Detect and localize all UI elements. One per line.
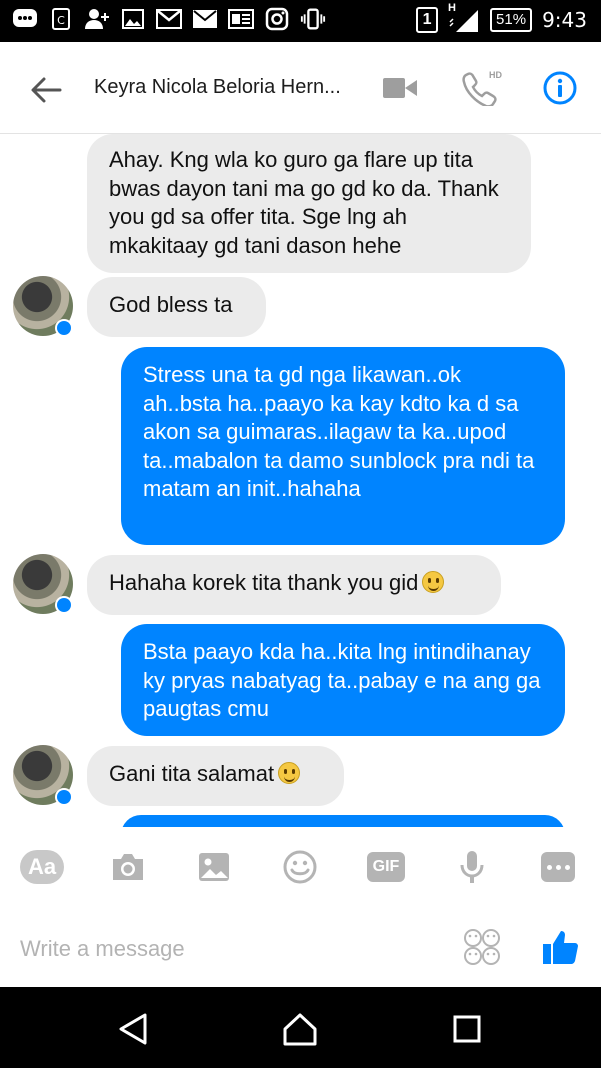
incoming-message[interactable]: Ahay. Kng wla ko guro ga flare up tita b… [87,134,531,273]
notification-icons: C [12,6,326,32]
hd-label: HD [489,70,502,80]
composer [0,907,601,987]
messenger-chat-icon [12,6,38,32]
message-input[interactable] [20,929,440,969]
news-icon [228,6,254,32]
signal-icon: H [448,2,480,34]
outgoing-message[interactable]: Bsta paayo kda ha..kita lng intindihanay… [121,624,565,736]
conversation-header: Keyra Nicola Beloria Hern... HD [0,42,601,134]
smiley-emoji-icon [422,571,445,593]
back-arrow-icon[interactable] [26,70,66,110]
clipboard-icon: C [48,6,74,32]
instagram-icon [264,6,290,32]
gif-label: GIF [367,852,405,882]
text-format-label: Aa [20,850,64,884]
more-icon[interactable] [536,847,580,887]
add-contact-icon [84,6,110,32]
battery-indicator: 51% [490,8,533,32]
info-icon[interactable] [540,68,580,108]
outgoing-message[interactable]: Stress una ta gd nga likawan..ok ah..bst… [121,347,565,545]
incoming-message[interactable]: Hahaha korek tita thank you gid [87,555,501,615]
incoming-message[interactable]: God bless ta [87,277,266,337]
message-text: Gani tita salamat [109,761,275,786]
back-nav-icon[interactable] [113,1009,153,1049]
status-bar: C 1 H 51% 9:43 [0,0,601,42]
message-list[interactable]: Ahay. Kng wla ko guro ga flare up tita b… [0,134,601,827]
clock: 9:43 [542,8,587,32]
home-nav-icon[interactable] [280,1009,320,1049]
recents-nav-icon[interactable] [447,1009,487,1049]
vibrate-icon [300,6,326,32]
email-icon [192,6,218,32]
smiley-emoji-icon [278,762,301,784]
text-format-button[interactable]: Aa [20,847,64,887]
incoming-message[interactable]: Gani tita salamat [87,746,344,806]
video-call-icon[interactable] [380,68,420,108]
messenger-badge-icon [55,788,73,806]
conversation-title[interactable]: Keyra Nicola Beloria Hern... [94,76,354,99]
navigation-bar [0,987,601,1068]
composer-toolbar: Aa GIF [0,827,601,907]
messenger-badge-icon [55,319,73,337]
gmail-icon [156,6,182,32]
messenger-badge-icon [55,596,73,614]
gallery-icon [120,6,146,32]
system-indicators: 1 H 51% 9:43 [416,2,587,34]
gif-button[interactable]: GIF [364,847,408,887]
outgoing-message-partial[interactable] [121,815,565,827]
microphone-icon[interactable] [450,847,494,887]
emoji-icon[interactable] [278,847,322,887]
sim-slot-indicator: 1 [416,7,439,33]
message-text: Hahaha korek tita thank you gid [109,570,419,595]
sticker-icon[interactable] [462,927,502,967]
camera-icon[interactable] [106,847,150,887]
hd-call-icon[interactable]: HD [460,68,502,108]
image-icon[interactable] [192,847,236,887]
thumbs-up-icon[interactable] [538,925,582,969]
svg-text:C: C [57,14,65,27]
